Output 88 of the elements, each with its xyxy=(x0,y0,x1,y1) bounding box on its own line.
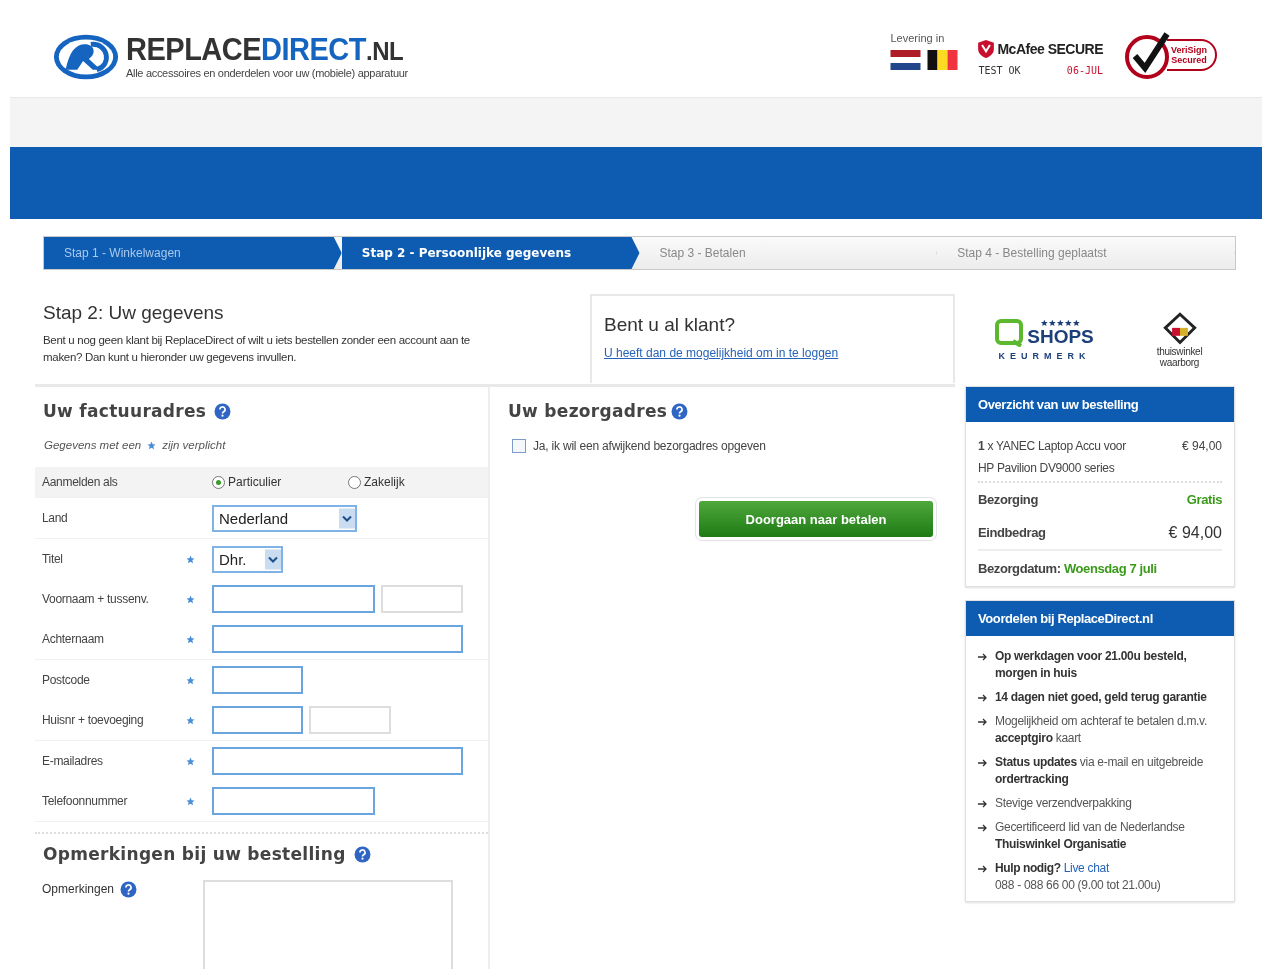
radio-label: Zakelijk xyxy=(364,475,405,489)
mcafee-date: 06-JUL xyxy=(1066,65,1103,76)
arrow-icon xyxy=(978,718,988,726)
help-text: Hulp nodig? xyxy=(995,861,1061,875)
keurmerk-label: KEURMERK xyxy=(998,351,1091,361)
delivery-date: Woensdag 7 juli xyxy=(1063,561,1157,576)
logo-wordmark[interactable]: REPLACEDIRECT.NL xyxy=(126,34,408,67)
step-tab[interactable]: Stap 1 - Winkelwagen xyxy=(44,237,342,269)
chevron-down-icon xyxy=(339,506,355,530)
logo-icon[interactable] xyxy=(52,32,120,82)
house-icon xyxy=(1162,312,1197,346)
keurmerk-title: SHOPS xyxy=(1027,327,1094,347)
field-label: Opmerkingen xyxy=(42,882,115,896)
field-label: Achternaam xyxy=(42,632,104,646)
live-chat-link[interactable]: Live chat xyxy=(1063,861,1109,875)
help-icon[interactable] xyxy=(214,402,232,420)
arrow-icon xyxy=(978,824,988,832)
dropdown[interactable]: Nederland xyxy=(212,504,357,532)
field-label: Aanmelden als xyxy=(42,475,118,489)
field-label: Postcode xyxy=(42,673,90,687)
belgian-flag-icon xyxy=(927,50,959,70)
input-field[interactable] xyxy=(212,706,303,734)
q-logo-icon xyxy=(995,319,1026,347)
input-field[interactable] xyxy=(212,666,303,694)
input-field[interactable] xyxy=(212,747,463,775)
radio-button[interactable] xyxy=(212,475,225,489)
benefit-text: 14 dagen niet goed, geld terug garantie xyxy=(995,689,1207,706)
shipping-value: Gratis xyxy=(1186,492,1222,507)
login-link[interactable]: U heeft dan de mogelijkheid om in te loggen xyxy=(604,346,839,360)
field-label: Voornaam + tussenv. xyxy=(42,592,149,606)
required-note: zijn verplicht xyxy=(162,439,226,451)
benefit-text: Mogelijkheid om achteraf te betalen d.m.v. acceptgiro kaart xyxy=(995,713,1208,747)
step-tab[interactable]: Stap 3 - Betalen xyxy=(639,237,938,269)
input-field[interactable] xyxy=(212,787,375,815)
panel-title: Voordelen bij ReplaceDirect.nl xyxy=(966,601,1234,636)
chevron-down-icon xyxy=(265,547,281,571)
input-field[interactable] xyxy=(212,625,463,653)
arrow-icon xyxy=(978,694,988,702)
benefit-text: Status updates via e-mail en uitgebreide ordertracking xyxy=(995,754,1205,788)
thuiswinkel-label: thuiswinkel waarborg xyxy=(1155,346,1204,368)
section-title: Uw factuuradres xyxy=(43,401,207,421)
input-field[interactable] xyxy=(212,585,375,613)
arrow-icon xyxy=(978,653,988,661)
dropdown[interactable]: Dhr. xyxy=(212,545,283,573)
field-label: Telefoonnummer xyxy=(42,794,128,808)
arrow-icon xyxy=(978,759,988,767)
mcafee-status: TEST OK xyxy=(978,65,1021,76)
arrow-icon xyxy=(978,800,988,808)
delivery-label: Levering in xyxy=(890,32,946,44)
dutch-flag-icon xyxy=(890,50,922,70)
step-tab[interactable]: Stap 4 - Bestelling geplaatst xyxy=(937,237,1235,269)
remarks-field[interactable] xyxy=(203,880,453,969)
benefit-text: Stevige verzendverpakking xyxy=(995,795,1132,812)
benefit-text: Gecertificeerd lid van de Nederlandse Thuiswinkel Organisatie xyxy=(995,819,1186,853)
section-title: Uw bezorgadres xyxy=(508,401,668,421)
required-note: Gegevens met een xyxy=(44,439,142,451)
login-title: Bent u al klant? xyxy=(604,314,736,336)
phone-hours: 088 - 088 66 00 (9.00 tot 21.00u) xyxy=(995,878,1161,892)
help-icon[interactable] xyxy=(671,402,689,420)
section-title: Opmerkingen bij uw bestelling xyxy=(43,844,346,864)
verisign-seal[interactable]: VeriSign Secured xyxy=(1167,39,1217,71)
order-item: 1 x YANEC Laptop Accu voor HP Pavilion DV9000 series xyxy=(978,438,1127,477)
checkbox[interactable] xyxy=(512,439,526,453)
required-star-icon xyxy=(147,440,157,450)
help-icon[interactable] xyxy=(353,845,371,863)
field-label: E-mailadres xyxy=(42,754,103,768)
panel-title: Overzicht van uw bestelling xyxy=(966,387,1234,422)
benefit-text: Op werkdagen voor 21.00u besteld, morgen in huis xyxy=(995,648,1188,682)
field-label: Huisnr + toevoeging xyxy=(42,713,144,727)
tagline: Alle accessoires en onderdelen voor uw (mobiele) apparatuur xyxy=(126,66,408,79)
arrow-icon xyxy=(978,865,988,873)
step-tab[interactable]: Stap 2 - Persoonlijke gegevens xyxy=(341,237,640,269)
checkbox-label: Ja, ik wil een afwijkend bezorgadres opgeven xyxy=(533,439,766,453)
item-price: € 94,00 xyxy=(1181,438,1222,455)
radio-label: Particulier xyxy=(228,475,282,489)
field-label: Land xyxy=(42,511,68,525)
radio-button[interactable] xyxy=(348,475,361,489)
intro-text: Bent u nog geen klant bij ReplaceDirect of wilt u iets bestellen zonder een account aan te maken? Dan kunt u hieronder uw gegevens invullen. xyxy=(43,333,471,365)
mcafee-badge-title: McAfee SECURE xyxy=(997,41,1103,57)
shipping-label: Bezorging xyxy=(978,492,1038,507)
total-label: Eindbedrag xyxy=(978,525,1046,540)
stars-icon xyxy=(1040,319,1081,327)
help-icon[interactable] xyxy=(120,880,138,898)
total-value: € 94,00 xyxy=(1168,523,1222,542)
shield-icon xyxy=(978,40,995,58)
section-title: Stap 2: Uw gegevens xyxy=(43,302,225,324)
delivery-date-label: Bezorgdatum: xyxy=(978,561,1061,576)
field-label: Titel xyxy=(42,552,63,566)
